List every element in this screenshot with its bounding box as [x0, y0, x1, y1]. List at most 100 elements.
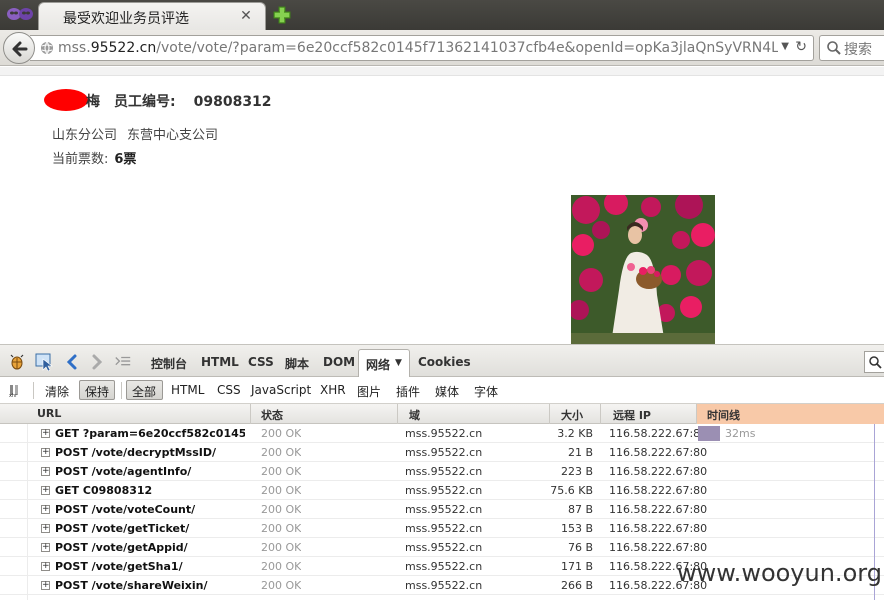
- tab-console[interactable]: 控制台: [151, 355, 187, 372]
- expand-icon[interactable]: +: [41, 429, 50, 438]
- filter-images[interactable]: 图片: [357, 383, 381, 400]
- search-icon: [827, 41, 841, 55]
- expand-icon[interactable]: +: [41, 467, 50, 476]
- request-status: 200 OK: [261, 560, 302, 573]
- browser-tab-active[interactable]: 最受欢迎业务员评选 ✕: [38, 2, 266, 30]
- expand-icon[interactable]: +: [41, 562, 50, 571]
- employee-id-label: 员工编号:: [114, 94, 176, 110]
- request-url: POST /vote/getSha1/: [55, 560, 183, 573]
- expand-icon[interactable]: +: [41, 505, 50, 514]
- tab-title: 最受欢迎业务员评选: [63, 11, 189, 27]
- filter-css[interactable]: CSS: [217, 383, 241, 397]
- page-top-bar: [0, 67, 884, 76]
- command-line-icon[interactable]: [114, 353, 132, 371]
- network-filter-bar: xhr 清除 保持 全部 HTML CSS JavaScript XHR 图片 …: [0, 377, 884, 404]
- browser-tab-strip: 最受欢迎业务员评选 ✕: [0, 0, 884, 30]
- request-row[interactable]: + POST /vote/agentInfo/ 200 OK mss.95522…: [0, 462, 884, 481]
- navigation-bar: mss.95522.cn/vote/vote/?param=6e20ccf582…: [0, 30, 884, 66]
- request-url: POST /vote/decryptMssID/: [55, 446, 217, 459]
- expand-icon[interactable]: +: [41, 486, 50, 495]
- inspect-element-icon[interactable]: [35, 353, 53, 371]
- agent-name: 梅: [86, 94, 100, 110]
- expand-icon[interactable]: +: [41, 448, 50, 457]
- filter-media[interactable]: 媒体: [435, 383, 459, 400]
- dropdown-arrow-icon[interactable]: ▼: [395, 358, 402, 368]
- request-status: 200 OK: [261, 522, 302, 535]
- column-url[interactable]: URL: [28, 404, 251, 424]
- firebug-bug-icon[interactable]: [8, 353, 26, 371]
- persist-button[interactable]: 保持: [79, 380, 115, 400]
- filter-all-button[interactable]: 全部: [126, 380, 163, 400]
- request-row[interactable]: + GET C09808312 200 OK mss.95522.cn 75.6…: [0, 481, 884, 500]
- filter-xhr[interactable]: XHR: [320, 383, 346, 397]
- filter-fonts[interactable]: 字体: [474, 383, 498, 400]
- column-status[interactable]: 状态: [251, 404, 398, 424]
- column-remote-ip-label: 远程 IP: [613, 409, 651, 422]
- request-row[interactable]: + POST /vote/getTicket/ 200 OK mss.95522…: [0, 519, 884, 538]
- firebug-search-box[interactable]: [864, 351, 884, 373]
- request-remote-ip: 116.58.222.67:80: [609, 522, 708, 535]
- tab-network[interactable]: 网络 ▼: [358, 349, 410, 378]
- tab-css[interactable]: CSS: [248, 355, 274, 369]
- watermark: www.wooyun.org: [677, 559, 882, 587]
- column-remote-ip[interactable]: 远程 IP: [601, 404, 697, 424]
- new-tab-plus-icon[interactable]: [272, 5, 292, 25]
- request-size: 266 B: [560, 579, 593, 592]
- column-size[interactable]: 大小: [550, 404, 601, 424]
- tab-html[interactable]: HTML: [201, 355, 239, 369]
- request-url: POST /vote/voteCount/: [55, 503, 196, 516]
- tab-script[interactable]: 脚本: [285, 355, 309, 372]
- request-domain: mss.95522.cn: [405, 427, 483, 440]
- expand-icon[interactable]: +: [41, 543, 50, 552]
- request-url: POST /vote/getTicket/: [55, 522, 190, 535]
- request-domain: mss.95522.cn: [405, 503, 483, 516]
- request-status: 200 OK: [261, 484, 302, 497]
- column-size-label: 大小: [561, 409, 583, 422]
- column-domain[interactable]: 域: [398, 404, 550, 424]
- request-status: 200 OK: [261, 446, 302, 459]
- search-box[interactable]: 搜索: [819, 35, 884, 61]
- request-size: 75.6 KB: [550, 484, 593, 497]
- url-prefix: mss.: [58, 40, 91, 56]
- column-timeline-label: 时间线: [707, 409, 740, 422]
- column-domain-label: 域: [409, 409, 420, 422]
- url-bar[interactable]: mss.95522.cn/vote/vote/?param=6e20ccf582…: [30, 35, 814, 61]
- request-row[interactable]: + GET ?param=6e20ccf582c0145f7..._jEU 20…: [0, 424, 884, 443]
- request-url: GET C09808312: [55, 484, 153, 497]
- filter-html[interactable]: HTML: [171, 383, 204, 397]
- column-status-label: 状态: [261, 409, 283, 422]
- request-domain: mss.95522.cn: [405, 465, 483, 478]
- request-row[interactable]: + POST /vote/decryptMssID/ 200 OK mss.95…: [0, 443, 884, 462]
- svg-text:xhr: xhr: [9, 393, 18, 397]
- request-remote-ip: 116.58.222.67:80: [609, 465, 708, 478]
- url-dropdown-icon[interactable]: ▼: [781, 41, 789, 52]
- request-status: 200 OK: [261, 541, 302, 554]
- forward-chevron-icon[interactable]: [88, 353, 106, 371]
- employee-id: 09808312: [193, 94, 272, 110]
- back-button[interactable]: [3, 32, 35, 64]
- xhr-breakpoint-icon[interactable]: xhr: [9, 383, 23, 397]
- filter-javascript[interactable]: JavaScript: [251, 383, 311, 397]
- request-url: POST /vote/agentInfo/: [55, 465, 192, 478]
- expand-icon[interactable]: +: [41, 524, 50, 533]
- expand-icon[interactable]: +: [41, 581, 50, 590]
- filter-all-label: 全部: [132, 385, 157, 399]
- request-domain: mss.95522.cn: [405, 541, 483, 554]
- request-domain: mss.95522.cn: [405, 560, 483, 573]
- tab-cookies[interactable]: Cookies: [418, 355, 471, 369]
- tab-dom[interactable]: DOM: [323, 355, 355, 369]
- request-row[interactable]: + POST /vote/getAppid/ 200 OK mss.95522.…: [0, 538, 884, 557]
- url-domain: 95522.cn: [90, 40, 157, 56]
- filter-plugins[interactable]: 插件: [396, 383, 420, 400]
- vote-count-label: 当前票数:: [52, 152, 109, 167]
- column-timeline[interactable]: 时间线: [697, 404, 884, 424]
- request-remote-ip: 116.58.222.67:80: [609, 503, 708, 516]
- tab-close-icon[interactable]: ✕: [239, 9, 253, 23]
- clear-button[interactable]: 清除: [45, 383, 69, 400]
- request-row[interactable]: + POST /vote/voteCount/ 200 OK mss.95522…: [0, 500, 884, 519]
- url-text[interactable]: mss.95522.cn/vote/vote/?param=6e20ccf582…: [58, 40, 778, 56]
- back-chevron-icon[interactable]: [63, 353, 81, 371]
- request-status: 200 OK: [261, 465, 302, 478]
- reload-icon[interactable]: ↻: [795, 39, 807, 55]
- column-url-label: URL: [37, 407, 62, 420]
